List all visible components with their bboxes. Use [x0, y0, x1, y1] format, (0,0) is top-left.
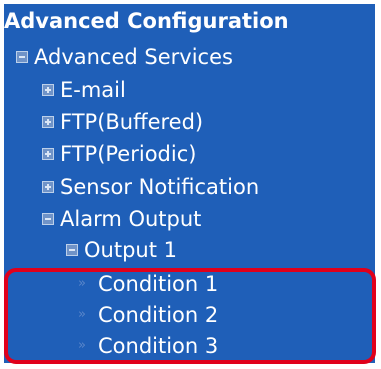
tree-item-advanced-services[interactable]: Advanced Services	[16, 42, 233, 73]
tree-item-ftp-periodic[interactable]: FTP(Periodic)	[42, 139, 196, 170]
double-arrow-icon: »	[78, 307, 86, 322]
tree-item-label: Condition 1	[98, 272, 219, 296]
double-arrow-icon: »	[78, 338, 86, 353]
expand-plus-icon[interactable]	[42, 180, 54, 193]
tree-item-condition-2[interactable]: » Condition 2	[78, 300, 218, 331]
collapse-minus-icon[interactable]	[66, 243, 78, 256]
advanced-configuration-nav: Advanced Configuration Advanced Services…	[0, 0, 381, 369]
tree-item-condition-1[interactable]: » Condition 1	[78, 269, 218, 300]
tree-item-label: Condition 2	[98, 303, 219, 327]
tree-item-label: Condition 3	[98, 334, 219, 358]
tree-item-label: FTP(Buffered)	[60, 110, 204, 134]
tree-item-label: Alarm Output	[60, 207, 202, 231]
tree-item-label: FTP(Periodic)	[60, 142, 197, 166]
collapse-minus-icon[interactable]	[42, 212, 54, 225]
expand-plus-icon[interactable]	[42, 147, 54, 160]
tree-item-label: E-mail	[60, 78, 126, 102]
tree-item-ftp-buffered[interactable]: FTP(Buffered)	[42, 107, 203, 138]
double-arrow-icon: »	[78, 276, 86, 291]
collapse-minus-icon[interactable]	[16, 50, 28, 63]
tree-item-alarm-output[interactable]: Alarm Output	[42, 204, 201, 235]
tree-item-label: Output 1	[84, 238, 177, 262]
tree-item-sensor-notification[interactable]: Sensor Notification	[42, 172, 259, 203]
navigation-panel: Advanced Configuration Advanced Services…	[4, 4, 376, 364]
tree-item-label: Sensor Notification	[60, 175, 260, 199]
expand-plus-icon[interactable]	[42, 83, 54, 96]
expand-plus-icon[interactable]	[42, 115, 54, 128]
advanced-configuration-heading[interactable]: Advanced Configuration	[4, 6, 289, 37]
tree-item-condition-3[interactable]: » Condition 3	[78, 331, 218, 362]
tree-item-email[interactable]: E-mail	[42, 75, 126, 106]
tree-item-label: Advanced Services	[34, 45, 233, 69]
tree-item-output-1[interactable]: Output 1	[66, 235, 177, 266]
